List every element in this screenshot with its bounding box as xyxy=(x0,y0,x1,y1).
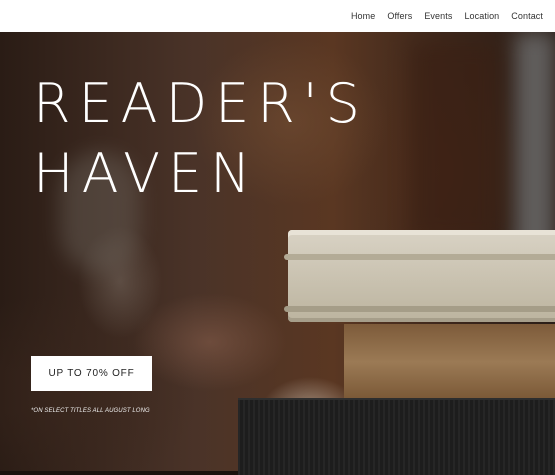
hero-title: READER'S HAVEN xyxy=(33,69,368,209)
background-window-blur xyxy=(515,32,555,262)
hero-title-line-1: READER'S xyxy=(33,72,368,135)
nav-item-contact[interactable]: Contact xyxy=(505,11,549,21)
nav-item-offers[interactable]: Offers xyxy=(381,11,418,21)
offer-fine-print: *ON SELECT TITLES ALL AUGUST LONG xyxy=(31,408,150,414)
background-shelf-blur xyxy=(410,42,500,242)
book-stack-bottom-book xyxy=(238,398,555,475)
book-stack-ridge xyxy=(284,254,555,260)
nav-item-location[interactable]: Location xyxy=(458,11,505,21)
nav-item-events[interactable]: Events xyxy=(418,11,458,21)
hero-title-line-2: HAVEN xyxy=(33,142,259,205)
offer-cta-button[interactable]: UP TO 70% OFF xyxy=(31,356,152,391)
book-stack-ridge xyxy=(284,306,555,312)
nav-menu: Home Offers Events Location Contact xyxy=(345,0,549,32)
nav-item-home[interactable]: Home xyxy=(345,11,381,21)
book-stack-middle-book xyxy=(344,324,555,400)
top-navigation-bar: Home Offers Events Location Contact xyxy=(0,0,555,32)
